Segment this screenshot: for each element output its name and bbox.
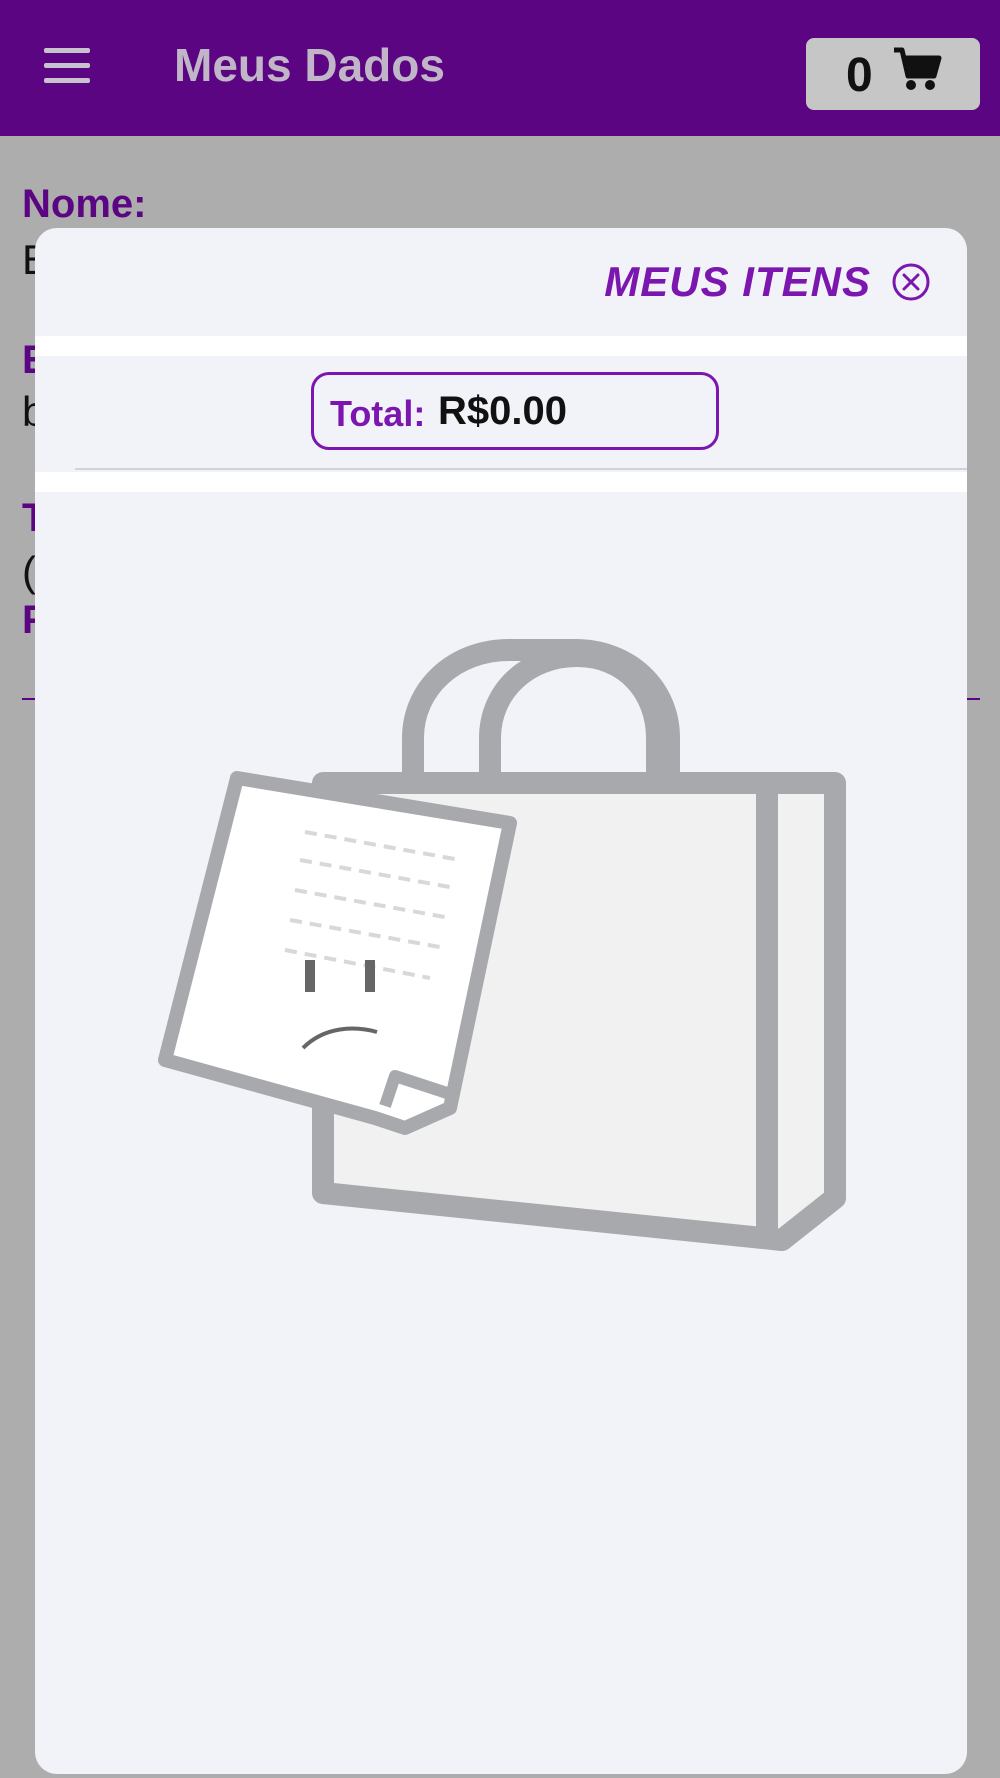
separator-band bbox=[35, 336, 967, 356]
close-icon[interactable] bbox=[891, 262, 931, 302]
page-title: Meus Dados bbox=[174, 39, 445, 91]
modal-title: MEUS ITENS bbox=[604, 258, 871, 305]
total-value: R$0.00 bbox=[438, 389, 567, 433]
separator-band bbox=[35, 472, 967, 492]
divider-line bbox=[75, 468, 967, 470]
cart-button[interactable]: 0 bbox=[806, 38, 980, 110]
total-box: Total: R$0.00 bbox=[311, 372, 719, 450]
cart-modal: MEUS ITENS Total: R$0.00 bbox=[35, 228, 967, 1774]
phone-value: ( bbox=[22, 548, 36, 595]
total-label: Total: bbox=[330, 393, 426, 434]
empty-cart-illustration bbox=[158, 639, 846, 1251]
cart-count: 0 bbox=[846, 49, 873, 102]
hamburger-menu-icon[interactable] bbox=[44, 48, 90, 84]
app-header: Meus Dados 0 bbox=[0, 0, 1000, 136]
name-label: Nome: bbox=[22, 182, 147, 226]
shopping-cart-icon bbox=[894, 47, 942, 90]
